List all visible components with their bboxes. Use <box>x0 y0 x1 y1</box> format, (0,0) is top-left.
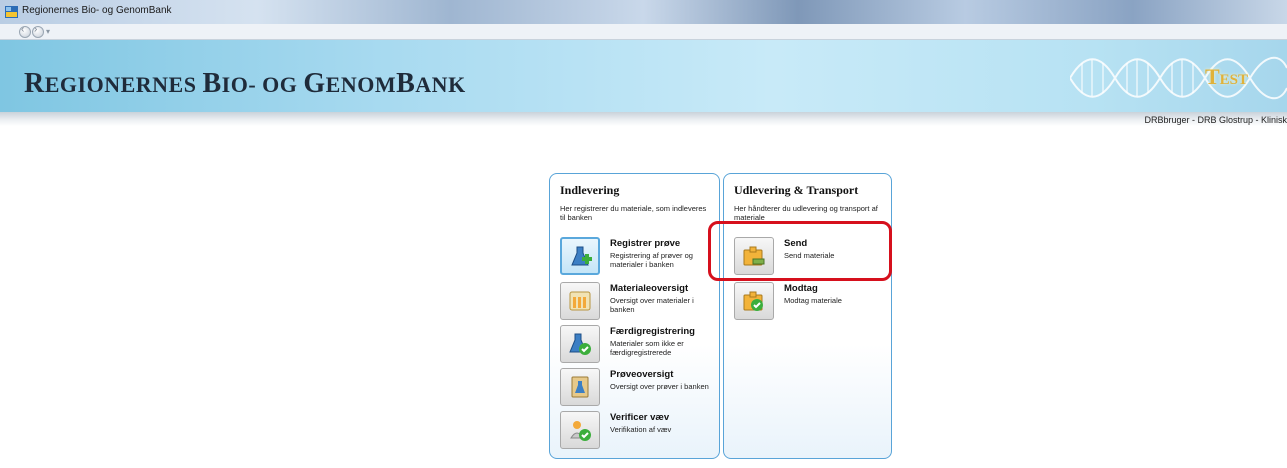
panel-description: Her registrerer du materiale, som indlev… <box>560 204 707 222</box>
panel-description: Her håndterer du udlevering og transport… <box>734 204 878 222</box>
faerdigregistrering-item[interactable]: Færdigregistrering Materialer som ikke e… <box>560 325 715 365</box>
forward-arrow-icon: › <box>34 24 38 35</box>
verificer-vaev-button[interactable] <box>560 411 600 449</box>
verificer-vaev-item[interactable]: Verificer væv Verifikation af væv <box>560 411 715 451</box>
binder-icon <box>571 376 589 398</box>
udlevering-panel: Udlevering & Transport Her håndterer du … <box>723 173 892 459</box>
window-title: Regionernes Bio- og GenomBank <box>22 5 172 16</box>
navigation-bar: ‹ › ▾ <box>0 24 1287 40</box>
modtag-item[interactable]: Modtag Modtag materiale <box>734 282 889 322</box>
modtag-button[interactable] <box>734 282 774 320</box>
dna-helix-logo <box>1070 56 1287 100</box>
item-label: Registrer prøve <box>610 238 681 249</box>
item-label: Materialeoversigt <box>610 283 689 294</box>
proeveoversigt-item[interactable]: Prøveoversigt Oversigt over prøver i ban… <box>560 368 715 408</box>
item-label: Modtag <box>784 283 818 294</box>
item-description: Modtag materiale <box>784 296 842 305</box>
package-receive-icon <box>743 291 763 311</box>
user-info: DRBbruger - DRB Glostrup - Klinisk <box>1144 115 1287 125</box>
item-description: Materialer som ikke er færdigregistrered… <box>610 339 684 357</box>
panel-title: Udlevering & Transport <box>734 183 859 197</box>
registrer-proeve-item[interactable]: Registrer prøve Registrering af prøver o… <box>560 237 715 277</box>
window-title-bar: Regionernes Bio- og GenomBank <box>0 0 1287 24</box>
back-arrow-icon: ‹ <box>21 24 25 35</box>
tissue-check-icon <box>570 421 591 441</box>
item-label: Prøveoversigt <box>610 369 674 380</box>
nav-dropdown-icon[interactable]: ▾ <box>46 27 50 36</box>
item-label: Færdigregistrering <box>610 326 695 337</box>
item-label: Verificer væv <box>610 412 670 423</box>
send-highlight-annotation <box>708 221 892 281</box>
flask-add-icon <box>571 246 592 266</box>
panel-title: Indlevering <box>560 183 620 197</box>
faerdigregistrering-button[interactable] <box>560 325 600 363</box>
back-button[interactable]: ‹ <box>19 24 31 38</box>
rack-icon <box>569 291 591 311</box>
test-environment-badge: Test <box>1205 64 1249 89</box>
banner-shadow <box>0 112 1287 126</box>
app-banner: REGIONERNES BIO- OG GENOMBANK Test <box>0 40 1287 112</box>
brand-title: REGIONERNES BIO- OG GENOMBANK <box>24 68 466 99</box>
flask-check-icon <box>569 333 591 355</box>
proeveoversigt-button[interactable] <box>560 368 600 406</box>
materialeoversigt-button[interactable] <box>560 282 600 320</box>
item-description: Oversigt over materialer i banken <box>610 296 694 314</box>
materialeoversigt-item[interactable]: Materialeoversigt Oversigt over material… <box>560 282 715 322</box>
item-description: Verifikation af væv <box>610 425 672 434</box>
registrer-proeve-button[interactable] <box>560 237 600 275</box>
indlevering-panel: Indlevering Her registrerer du materiale… <box>549 173 720 459</box>
forward-button[interactable]: › <box>32 24 44 38</box>
app-icon <box>5 6 18 18</box>
item-description: Oversigt over prøver i banken <box>610 382 709 391</box>
item-description: Registrering af prøver og materialer i b… <box>610 251 693 269</box>
